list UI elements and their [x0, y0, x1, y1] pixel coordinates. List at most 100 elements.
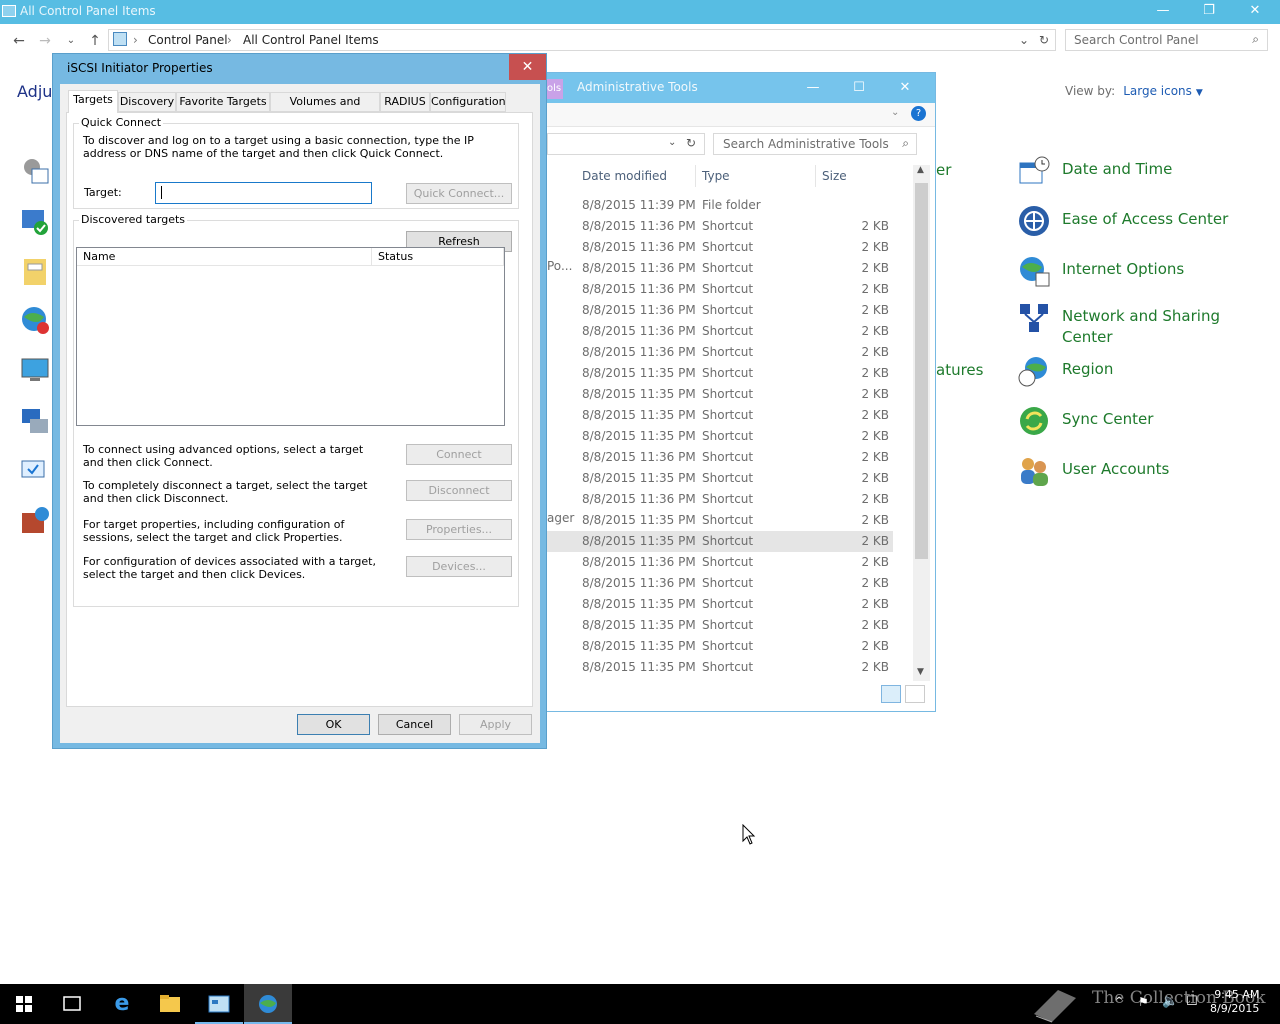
table-row[interactable]: 8/8/2015 11:36 PM Shortcut 2 KB — [547, 237, 893, 258]
devices-icon[interactable] — [20, 405, 50, 435]
column-header-name[interactable]: Name — [77, 248, 372, 266]
show-hidden-icons-chevron-icon[interactable]: ^ — [1115, 996, 1123, 1007]
start-button[interactable] — [0, 984, 48, 1024]
table-row[interactable]: 8/8/2015 11:36 PM Shortcut 2 KB — [547, 552, 893, 573]
address-dropdown-icon[interactable]: ⌄ — [668, 137, 676, 148]
table-row[interactable]: 8/8/2015 11:36 PM Shortcut 2 KB — [547, 300, 893, 321]
view-by-dropdown[interactable]: Large icons — [1123, 84, 1192, 98]
breadcrumb-all-items[interactable]: All Control Panel Items — [243, 33, 379, 47]
apply-button[interactable]: Apply — [459, 714, 532, 735]
table-row[interactable]: 8/8/2015 11:36 PM Shortcut 2 KB — [547, 279, 893, 300]
up-arrow-icon[interactable]: ↑ — [86, 33, 104, 49]
admin-tools-icon[interactable] — [20, 155, 50, 185]
column-header-date-modified[interactable]: Date modified — [582, 169, 667, 183]
control-panel-titlebar[interactable]: All Control Panel Items — ❐ ✕ — [0, 0, 1280, 24]
control-panel-taskbar-icon[interactable] — [195, 984, 243, 1024]
scroll-up-icon[interactable]: ▲ — [917, 165, 924, 175]
ribbon-expand-chevron-icon[interactable]: ⌄ — [891, 107, 899, 118]
iscsi-taskbar-icon[interactable] — [244, 984, 292, 1024]
table-row[interactable]: 8/8/2015 11:36 PM Shortcut 2 KB — [547, 258, 893, 279]
discovered-targets-list[interactable]: Name Status — [76, 247, 505, 426]
table-row[interactable]: 8/8/2015 11:36 PM Shortcut 2 KB — [547, 342, 893, 363]
cancel-button[interactable]: Cancel — [378, 714, 451, 735]
table-row[interactable]: 8/8/2015 11:36 PM Shortcut 2 KB — [547, 321, 893, 342]
partial-item-label[interactable]: er — [936, 161, 951, 179]
display-icon[interactable] — [20, 355, 50, 385]
address-dropdown-icon[interactable]: ⌄ — [1019, 33, 1029, 47]
tray-clock[interactable]: 9:45 AM 8/9/2015 — [1210, 988, 1259, 1016]
quick-connect-button[interactable]: Quick Connect... — [406, 183, 512, 204]
action-center-icon[interactable] — [20, 207, 50, 237]
tab-volumes-and-devices[interactable]: Volumes and Devices — [270, 92, 380, 126]
refresh-icon[interactable]: ↻ — [686, 136, 696, 150]
volume-tray-icon[interactable]: 🔈 — [1162, 994, 1178, 1009]
remote-app-icon[interactable] — [20, 455, 50, 485]
help-icon[interactable]: ? — [911, 106, 926, 121]
restore-button[interactable]: ❐ — [1186, 0, 1232, 24]
large-icons-view-icon[interactable] — [905, 685, 925, 703]
table-row[interactable]: 8/8/2015 11:35 PM Shortcut 2 KB — [547, 468, 893, 489]
scrollbar-thumb[interactable] — [915, 183, 928, 559]
network-tray-icon[interactable]: ⚑ — [1138, 995, 1149, 1009]
column-header-type[interactable]: Type — [702, 169, 730, 183]
partial-item-label[interactable]: atures — [936, 361, 983, 379]
table-row[interactable]: 8/8/2015 11:36 PM Shortcut 2 KB — [547, 216, 893, 237]
scroll-down-icon[interactable]: ▼ — [917, 667, 924, 677]
admin-tools-titlebar[interactable]: ols Administrative Tools — ☐ ✕ — [547, 73, 935, 103]
table-row[interactable]: 8/8/2015 11:35 PM Shortcut 2 KB — [547, 657, 893, 678]
back-arrow-icon[interactable]: ← — [10, 33, 28, 49]
chevron-down-icon[interactable]: ▼ — [1196, 88, 1203, 98]
properties-button[interactable]: Properties... — [406, 519, 512, 540]
table-row[interactable]: 8/8/2015 11:35 PM Shortcut 2 KB — [547, 384, 893, 405]
search-control-panel-input[interactable]: Search Control Panel ⌕ — [1065, 29, 1268, 51]
maximize-button[interactable]: ☐ — [836, 73, 882, 103]
firewall-icon[interactable] — [20, 505, 50, 535]
minimize-button[interactable]: — — [790, 73, 836, 103]
internet-globe-icon[interactable] — [20, 305, 50, 335]
file-explorer-icon[interactable] — [146, 984, 194, 1024]
admin-address-box[interactable]: ⌄ ↻ — [547, 133, 705, 155]
edge-browser-icon[interactable]: e — [98, 984, 146, 1024]
ok-button[interactable]: OK — [297, 714, 370, 735]
table-row[interactable]: 8/8/2015 11:35 PM Shortcut 2 KB — [547, 405, 893, 426]
address-box[interactable]: › Control Panel › All Control Panel Item… — [108, 29, 1056, 51]
tab-favorite-targets[interactable]: Favorite Targets — [176, 92, 270, 112]
dialog-close-button[interactable]: ✕ — [509, 54, 546, 80]
administrative-tools-window[interactable]: ols Administrative Tools — ☐ ✕ ⌄ ? ⌄ ↻ S… — [546, 72, 936, 712]
vertical-scrollbar[interactable]: ▲ ▼ — [913, 165, 930, 681]
table-row[interactable]: 8/8/2015 11:35 PM Shortcut 2 KB — [547, 510, 893, 531]
table-row[interactable]: 8/8/2015 11:36 PM Shortcut 2 KB — [547, 447, 893, 468]
tab-configuration[interactable]: Configuration — [430, 92, 506, 112]
breadcrumb-control-panel[interactable]: Control Panel — [148, 33, 228, 47]
close-button[interactable]: ✕ — [882, 73, 928, 103]
table-row[interactable]: 8/8/2015 11:36 PM Shortcut 2 KB — [547, 489, 893, 510]
table-row[interactable]: 8/8/2015 11:35 PM Shortcut 2 KB — [547, 363, 893, 384]
task-view-icon[interactable] — [48, 984, 96, 1024]
table-row[interactable]: 8/8/2015 11:35 PM Shortcut 2 KB — [547, 636, 893, 657]
tab-targets[interactable]: Targets — [68, 90, 118, 113]
folder-options-icon[interactable] — [20, 257, 50, 287]
close-button[interactable]: ✕ — [1232, 0, 1278, 24]
connect-button[interactable]: Connect — [406, 444, 512, 465]
target-input[interactable] — [155, 182, 372, 204]
iscsi-initiator-dialog[interactable]: iSCSI Initiator Properties ✕ Targets Dis… — [52, 53, 547, 749]
recent-locations-chevron-icon[interactable]: ⌄ — [62, 33, 80, 49]
column-header-status[interactable]: Status — [372, 248, 504, 266]
refresh-icon[interactable]: ↻ — [1039, 33, 1049, 47]
details-view-icon[interactable] — [881, 685, 901, 703]
minimize-button[interactable]: — — [1140, 0, 1186, 24]
table-row[interactable]: 8/8/2015 11:36 PM Shortcut 2 KB — [547, 573, 893, 594]
table-row[interactable]: 8/8/2015 11:35 PM Shortcut 2 KB — [547, 426, 893, 447]
forward-arrow-icon[interactable]: → — [36, 33, 54, 49]
search-admin-tools-input[interactable]: Search Administrative Tools ⌕ — [713, 133, 917, 155]
action-center-tray-icon[interactable]: ☐ — [1186, 994, 1198, 1009]
disconnect-button[interactable]: Disconnect — [406, 480, 512, 501]
devices-button[interactable]: Devices... — [406, 556, 512, 577]
table-row[interactable]: 8/8/2015 11:35 PM Shortcut 2 KB — [547, 594, 893, 615]
table-row[interactable]: 8/8/2015 11:35 PM Shortcut 2 KB — [547, 531, 893, 552]
tab-radius[interactable]: RADIUS — [380, 92, 430, 112]
table-row[interactable]: 8/8/2015 11:35 PM Shortcut 2 KB — [547, 615, 893, 636]
tab-discovery[interactable]: Discovery — [118, 92, 176, 112]
column-header-size[interactable]: Size — [822, 169, 847, 183]
table-row[interactable]: 8/8/2015 11:39 PM File folder — [547, 195, 893, 216]
